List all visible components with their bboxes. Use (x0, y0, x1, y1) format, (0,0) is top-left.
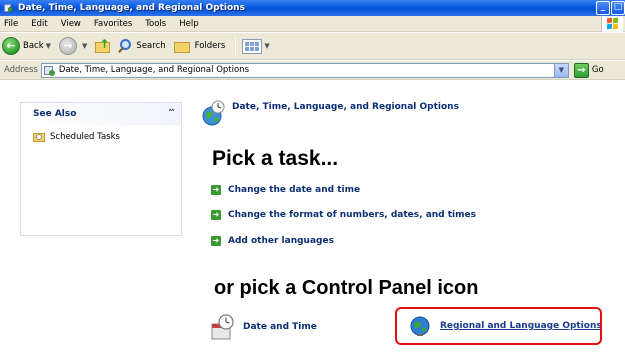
scheduled-tasks-icon (33, 131, 45, 142)
address-bar: Address Date, Time, Language, and Region… (0, 61, 625, 80)
minimize-button[interactable]: _ (596, 1, 610, 15)
back-label: Back (23, 41, 44, 51)
back-dropdown-icon[interactable]: ▼ (46, 42, 51, 50)
address-value: Date, Time, Language, and Regional Optio… (58, 65, 249, 75)
up-folder-icon[interactable]: ↑ (95, 37, 111, 54)
window-title: Date, Time, Language, and Regional Optio… (18, 3, 245, 13)
globe-clock-icon (202, 100, 225, 126)
toolbar-separator (235, 36, 237, 56)
toolbar: ← Back ▼ → ▼ ↑ Search Folders ▼ (0, 33, 625, 60)
go-arrow-icon: → (573, 62, 589, 78)
menu-tools[interactable]: Tools (145, 19, 166, 29)
task-change-format[interactable]: ➜ Change the format of numbers, dates, a… (211, 210, 476, 220)
menu-view[interactable]: View (61, 19, 81, 29)
control-panel-icon (4, 3, 14, 13)
title-bar: Date, Time, Language, and Regional Optio… (0, 0, 625, 16)
views-button[interactable]: ▼ (242, 38, 270, 54)
menu-help[interactable]: Help (179, 19, 198, 29)
task-label: Add other languages (228, 236, 334, 246)
content-area: See Also ˄˄ Scheduled Tasks Date, Time, … (0, 81, 625, 358)
highlight-annotation (395, 307, 602, 345)
menu-file[interactable]: File (4, 19, 18, 29)
go-label: Go (591, 65, 604, 75)
date-and-time-item[interactable]: Date and Time (210, 313, 317, 341)
window-controls: _ □ (595, 1, 625, 15)
forward-dropdown-icon[interactable]: ▼ (82, 42, 87, 50)
folders-label: Folders (194, 41, 226, 51)
see-also-panel: See Also ˄˄ Scheduled Tasks (20, 102, 182, 236)
control-panel-icon (43, 65, 56, 76)
back-arrow-icon: ← (2, 37, 20, 55)
folders-button[interactable]: Folders (173, 39, 226, 54)
task-arrow-icon: ➜ (211, 185, 221, 195)
pick-icon-heading: or pick a Control Panel icon (214, 277, 479, 299)
search-label: Search (136, 41, 166, 51)
windows-logo-icon (601, 16, 623, 32)
search-button[interactable]: Search (117, 38, 166, 54)
forward-button[interactable]: → ▼ (59, 37, 87, 55)
address-field[interactable]: Date, Time, Language, and Regional Optio… (40, 62, 569, 78)
views-dropdown-icon[interactable]: ▼ (264, 42, 269, 50)
address-label: Address (4, 65, 38, 75)
task-label: Change the date and time (228, 185, 361, 195)
task-add-languages[interactable]: ➜ Add other languages (211, 236, 334, 246)
maximize-button[interactable]: □ (611, 1, 625, 15)
date-time-icon (211, 314, 234, 340)
task-label: Change the format of numbers, dates, and… (228, 210, 476, 220)
views-icon (242, 38, 263, 54)
task-arrow-icon: ➜ (211, 236, 221, 246)
category-title: Date, Time, Language, and Regional Optio… (232, 102, 459, 112)
task-arrow-icon: ➜ (211, 210, 221, 220)
go-button[interactable]: → Go (573, 62, 604, 78)
see-also-item-label: Scheduled Tasks (50, 131, 120, 142)
date-and-time-label: Date and Time (243, 322, 317, 332)
address-dropdown-icon[interactable]: ▼ (553, 63, 568, 77)
task-change-date-time[interactable]: ➜ Change the date and time (211, 185, 360, 195)
see-also-header[interactable]: See Also ˄˄ (21, 103, 181, 125)
forward-arrow-icon: → (59, 37, 78, 55)
pick-task-heading: Pick a task... (212, 147, 339, 170)
menu-edit[interactable]: Edit (31, 19, 47, 29)
see-also-title: See Also (33, 109, 77, 119)
back-button[interactable]: ← Back ▼ (2, 37, 51, 55)
folders-icon (173, 39, 192, 54)
see-also-item-scheduled-tasks[interactable]: Scheduled Tasks (33, 131, 181, 142)
search-icon (117, 38, 133, 54)
menu-bar: File Edit View Favorites Tools Help (0, 16, 625, 32)
collapse-chevron-icon[interactable]: ˄˄ (168, 109, 175, 119)
menu-favorites[interactable]: Favorites (94, 19, 132, 29)
